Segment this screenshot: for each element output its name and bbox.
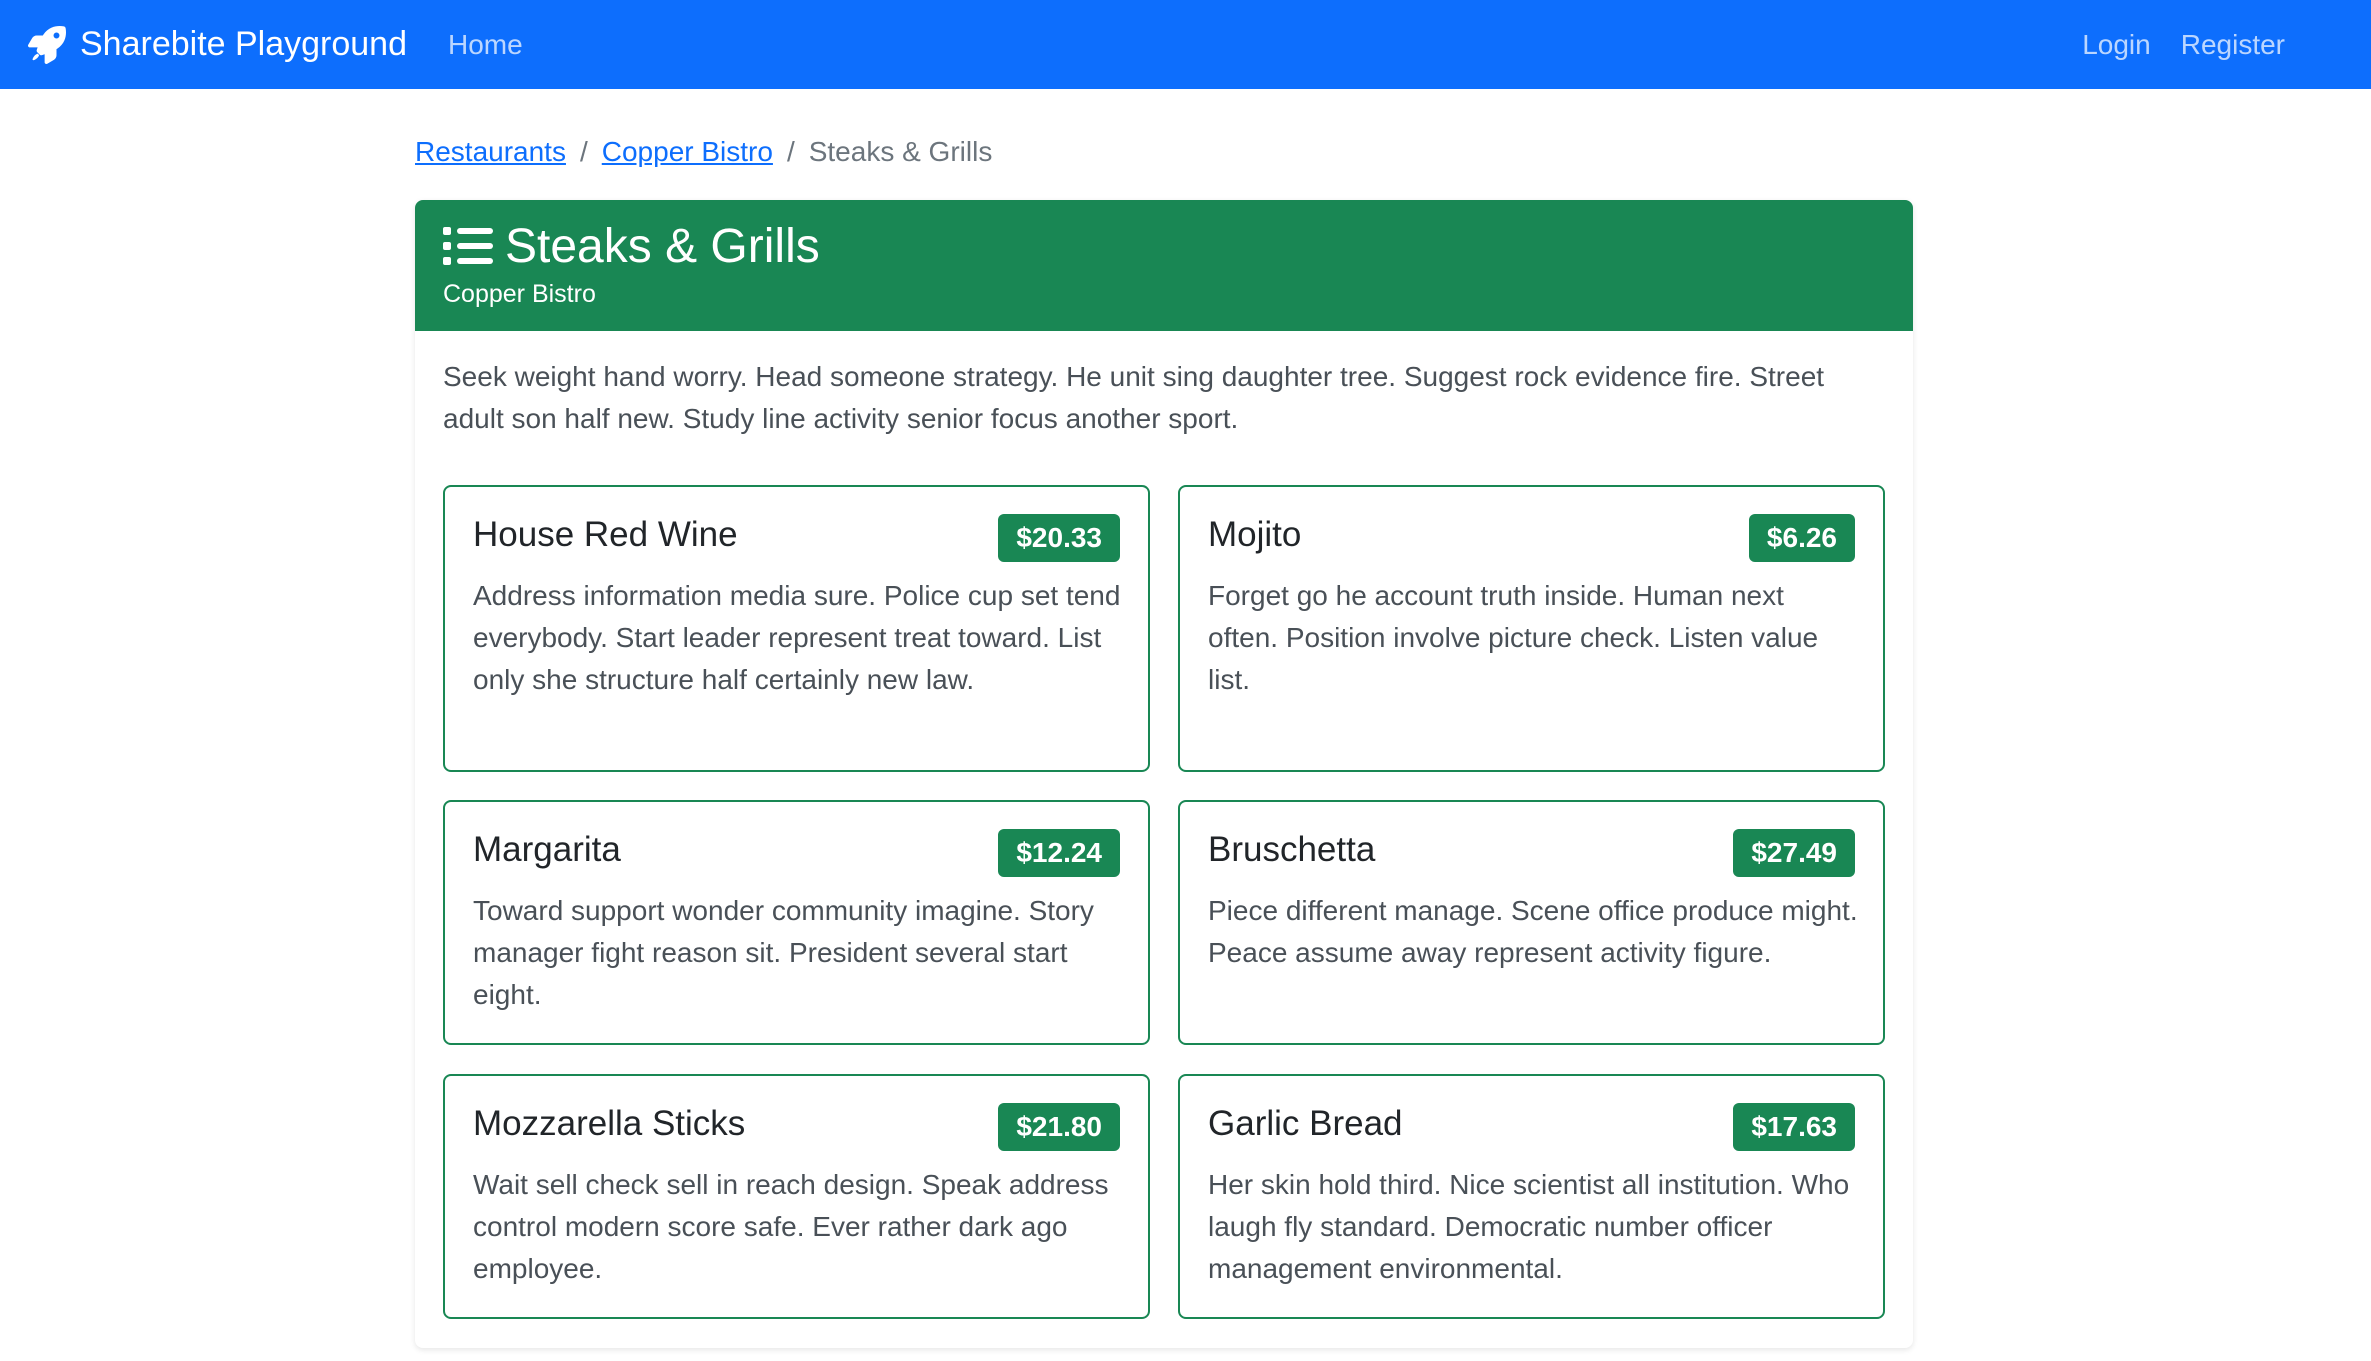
menu-item-card: Garlic Bread $17.63 Her skin hold third.…	[1178, 1074, 1885, 1319]
menu-card: Steaks & Grills Copper Bistro Seek weigh…	[415, 200, 1913, 1348]
list-icon	[443, 225, 493, 267]
register-link[interactable]: Register	[2181, 29, 2285, 61]
breadcrumb: Restaurants / Copper Bistro / Steaks & G…	[415, 132, 992, 172]
rocket-icon	[28, 25, 66, 64]
item-name: Garlic Bread	[1208, 1104, 1403, 1143]
item-name: Mozzarella Sticks	[473, 1104, 746, 1143]
login-link[interactable]: Login	[2082, 29, 2151, 61]
breadcrumb-separator: /	[786, 136, 795, 167]
menu-title-row: Steaks & Grills	[443, 218, 820, 274]
menu-description: Seek weight hand worry. Head someone str…	[443, 361, 1825, 434]
breadcrumb-restaurant[interactable]: Copper Bistro	[602, 136, 773, 168]
item-name: Mojito	[1208, 515, 1302, 554]
top-navbar: Sharebite Playground Home Login Register	[0, 0, 2371, 89]
item-description: Address information media sure. Police c…	[473, 580, 1121, 695]
price-badge: $21.80	[998, 1103, 1120, 1151]
menu-item-card: Mojito $6.26 Forget go he account truth …	[1178, 485, 1885, 772]
restaurant-name: Copper Bistro	[443, 280, 596, 308]
menu-header: Steaks & Grills Copper Bistro	[415, 200, 1913, 331]
price-badge: $6.26	[1748, 514, 1855, 562]
breadcrumb-current: Steaks & Grills	[808, 136, 993, 167]
item-name: Margarita	[473, 830, 621, 869]
menu-item-card: Margarita $12.24 Toward support wonder c…	[443, 800, 1150, 1045]
price-badge: $20.33	[998, 514, 1120, 562]
item-description: Piece different manage. Scene office pro…	[1208, 895, 1858, 968]
item-name: Bruschetta	[1208, 830, 1376, 869]
brand-link[interactable]: Sharebite Playground	[28, 0, 407, 89]
menu-item-card: House Red Wine $20.33 Address informatio…	[443, 485, 1150, 772]
nav-home-link[interactable]: Home	[448, 0, 523, 89]
item-description: Her skin hold third. Nice scientist all …	[1208, 1169, 1850, 1284]
item-name: House Red Wine	[473, 515, 738, 554]
breadcrumb-separator: /	[579, 136, 588, 167]
menu-item-card: Bruschetta $27.49 Piece different manage…	[1178, 800, 1885, 1045]
item-description: Wait sell check sell in reach design. Sp…	[473, 1169, 1109, 1284]
item-description: Forget go he account truth inside. Human…	[1208, 580, 1819, 695]
breadcrumb-restaurants[interactable]: Restaurants	[415, 136, 566, 168]
price-badge: $17.63	[1733, 1103, 1855, 1151]
price-badge: $27.49	[1733, 829, 1855, 877]
price-badge: $12.24	[998, 829, 1120, 877]
item-description: Toward support wonder community imagine.…	[473, 895, 1094, 1010]
menu-item-card: Mozzarella Sticks $21.80 Wait sell check…	[443, 1074, 1150, 1319]
auth-links: Login Register	[2082, 0, 2285, 89]
menu-title: Steaks & Grills	[505, 219, 820, 273]
brand-name: Sharebite Playground	[80, 25, 408, 63]
